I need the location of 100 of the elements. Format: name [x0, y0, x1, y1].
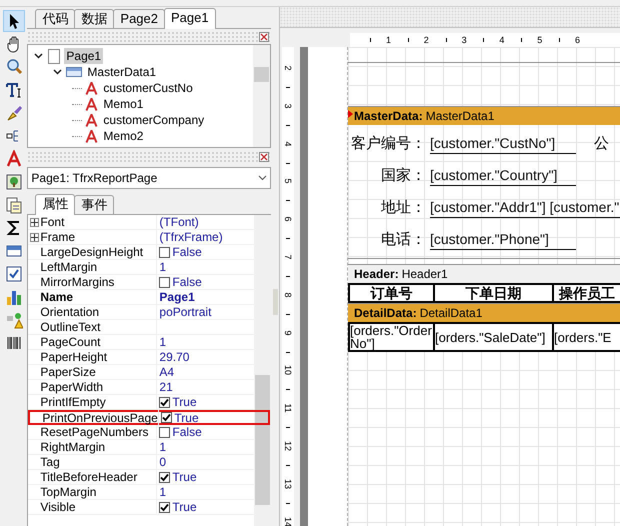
- property-row[interactable]: ResetPageNumbers False: [28, 425, 254, 440]
- checkbox[interactable]: [159, 472, 170, 482]
- property-row[interactable]: PrintIfEmpty True: [28, 395, 254, 410]
- data-field: [customer."CustNo"]: [430, 133, 576, 154]
- property-value: 1: [159, 334, 166, 350]
- ruler-number: 10: [283, 364, 293, 376]
- property-value: A4: [159, 364, 174, 380]
- collapse-chevron-icon[interactable]: [34, 53, 44, 59]
- field-label: 公: [594, 134, 609, 154]
- property-row[interactable]: Visible True: [28, 500, 254, 515]
- property-row[interactable]: Tag 0: [28, 455, 254, 470]
- band-header[interactable]: Header: Header1: [348, 264, 620, 283]
- ruler-number: 2: [424, 34, 429, 47]
- data-field: [customer."Country"]: [430, 165, 576, 186]
- close-icon[interactable]: [259, 32, 270, 42]
- property-row[interactable]: Orientation poPortrait: [28, 305, 254, 320]
- property-value: 0: [159, 454, 166, 470]
- property-row[interactable]: PageCount 1: [28, 335, 254, 350]
- checkbox[interactable]: [159, 246, 170, 258]
- expand-icon[interactable]: [30, 232, 40, 242]
- field-label: 国家：: [380, 166, 426, 186]
- zoom-icon: [4, 58, 23, 76]
- ruler-number: 13: [283, 478, 293, 490]
- column-header: 下单日期: [433, 285, 552, 301]
- tree-item[interactable]: Memo2: [101, 128, 146, 144]
- expand-icon[interactable]: [30, 218, 40, 226]
- tab[interactable]: 数据: [74, 9, 114, 28]
- property-row[interactable]: TitleBeforeHeader True: [28, 470, 254, 485]
- property-name: PageCount: [40, 334, 100, 350]
- property-name: PaperWidth: [40, 379, 104, 395]
- object-dropdown[interactable]: Page1: TfrxReportPage: [27, 167, 272, 189]
- property-name: PaperSize: [40, 364, 96, 380]
- property-value: 21: [159, 379, 173, 395]
- property-row[interactable]: LargeDesignHeight False: [28, 245, 254, 260]
- data-field: [orders."SaleDate"]: [433, 324, 552, 350]
- property-row[interactable]: OutlineText: [28, 320, 254, 335]
- tab[interactable]: Page2: [113, 9, 165, 28]
- checkbox[interactable]: [159, 502, 170, 512]
- checkbox[interactable]: [159, 396, 170, 408]
- property-value: True: [172, 394, 197, 410]
- tab[interactable]: 代码: [35, 9, 76, 28]
- property-name: LargeDesignHeight: [40, 244, 144, 260]
- ruler-number: 11: [283, 402, 293, 414]
- property-value: 1: [159, 484, 166, 500]
- ruler-number: 2: [283, 64, 293, 72]
- checkbox[interactable]: [159, 426, 170, 438]
- data-field: [customer."Addr1"] [customer.": [430, 197, 620, 218]
- splitter-handle[interactable]: [272, 288, 278, 314]
- property-row[interactable]: Frame (TfrxFrame): [28, 230, 254, 245]
- property-row[interactable]: LeftMargin 1: [28, 260, 254, 275]
- property-value: (TfrxFrame): [159, 229, 223, 245]
- collapse-chevron-icon[interactable]: [53, 69, 62, 75]
- property-name: Visible: [40, 499, 76, 515]
- tree-item[interactable]: Page1: [64, 48, 104, 64]
- ruler-number: 4: [499, 34, 504, 47]
- close-icon[interactable]: [259, 152, 270, 162]
- property-name: Name: [40, 289, 74, 305]
- property-row[interactable]: Font (TFont): [28, 215, 254, 230]
- tab[interactable]: 属性: [35, 194, 76, 215]
- property-name: OutlineText: [40, 319, 100, 335]
- property-row[interactable]: PaperHeight 29.70: [28, 350, 254, 365]
- property-name: PrintOnPreviousPage: [42, 410, 158, 426]
- property-row[interactable]: RightMargin 1: [28, 440, 254, 455]
- property-name: ResetPageNumbers: [40, 424, 148, 440]
- tab[interactable]: 事件: [74, 195, 114, 214]
- letter-a-icon: [4, 150, 23, 168]
- checkbox[interactable]: [161, 412, 172, 423]
- letter-a-icon: [85, 82, 98, 94]
- property-name: Font: [40, 215, 64, 230]
- data-field: [customer."Phone"]: [430, 229, 576, 250]
- shapes-icon: [4, 311, 23, 329]
- band-header[interactable]: MasterData: MasterData1: [348, 106, 620, 125]
- tree-item[interactable]: MasterData1: [85, 64, 158, 80]
- bar-chart-icon: [4, 288, 23, 306]
- checkbox[interactable]: [159, 276, 170, 288]
- band-header[interactable]: DetailData: DetailData1: [348, 303, 620, 322]
- tool-button[interactable]: [2, 10, 25, 32]
- property-row[interactable]: PaperWidth 21: [28, 380, 254, 395]
- column-header: 订单号: [348, 285, 433, 301]
- ruler-number: 3: [462, 34, 467, 47]
- text-tool-icon: [4, 81, 23, 99]
- tree-item[interactable]: Memo1: [101, 96, 146, 112]
- property-value: 29.70: [159, 349, 190, 365]
- property-value: (TFont): [159, 215, 199, 230]
- ruler-number: 6: [283, 216, 293, 224]
- ruler-number: 9: [283, 329, 293, 338]
- property-row[interactable]: PaperSize A4: [28, 365, 254, 380]
- property-row[interactable]: Name Page1: [28, 290, 254, 305]
- tree-item[interactable]: customerCompany: [101, 112, 206, 128]
- property-name: Tag: [40, 454, 60, 470]
- tab[interactable]: Page1: [164, 8, 216, 29]
- scrollbar[interactable]: [253, 45, 270, 147]
- property-row[interactable]: MirrorMargins False: [28, 275, 254, 290]
- checkbox-icon: [4, 265, 23, 283]
- tree-item[interactable]: customerCustNo: [101, 80, 195, 96]
- ruler-number: 3: [283, 102, 293, 110]
- property-row[interactable]: TopMargin 1: [28, 485, 254, 500]
- scrollbar[interactable]: [254, 215, 272, 526]
- property-value: True: [172, 469, 197, 485]
- property-name: TitleBeforeHeader: [40, 469, 138, 485]
